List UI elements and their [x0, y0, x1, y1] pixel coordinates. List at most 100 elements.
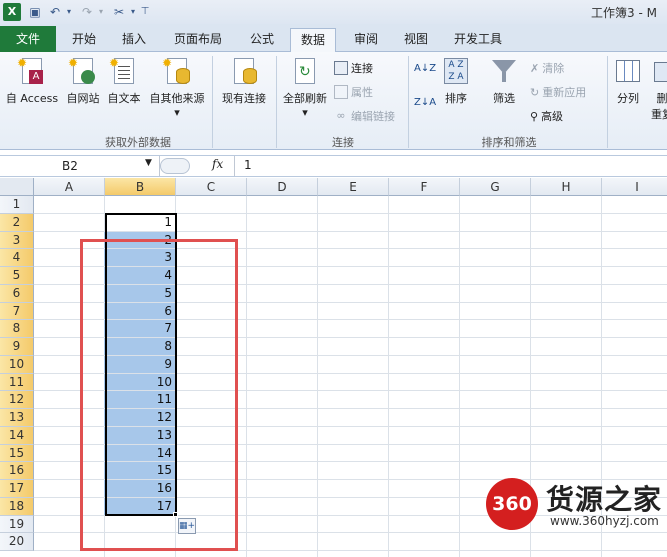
from-access-button[interactable]: ✹ A 自 Access [2, 56, 62, 106]
formula-divider [234, 156, 235, 176]
group-label-connections: 连接 [332, 136, 354, 149]
group-label-get-external: 获取外部数据 [105, 136, 171, 149]
insert-function-icon[interactable]: fx [212, 157, 223, 171]
sort-az-icon: A↓Z [414, 63, 437, 74]
text-file-icon: ✹ [109, 56, 139, 88]
remove-duplicates-button[interactable]: 删 重复 [650, 56, 667, 122]
row-header-18[interactable]: 18 [0, 497, 34, 516]
properties-icon [334, 85, 348, 99]
row-header-20[interactable]: 20 [0, 533, 34, 551]
row-header-8[interactable]: 8 [0, 320, 34, 338]
access-icon: ✹ A [17, 56, 47, 88]
filter-funnel-icon [489, 56, 519, 88]
column-header-d[interactable]: D [247, 178, 318, 196]
window-title: 工作簿3 - M [591, 6, 657, 20]
column-header-i[interactable]: I [602, 178, 667, 196]
row-header-2[interactable]: 2 [0, 213, 34, 232]
filter-button[interactable]: 筛选 [484, 56, 524, 106]
row-header-11[interactable]: 11 [0, 373, 34, 392]
advanced-filter-icon: ⚲ [530, 109, 539, 123]
grid-column-line [388, 196, 389, 557]
tab-data[interactable]: 数据 [290, 28, 336, 52]
formula-input[interactable]: 1 [244, 158, 252, 172]
row-header-3[interactable]: 3 [0, 231, 34, 250]
undo-dropdown-icon[interactable]: ▾ [60, 3, 78, 21]
connections-button[interactable]: 连接 [334, 60, 373, 76]
tab-developer[interactable]: 开发工具 [446, 28, 510, 52]
refresh-all-button[interactable]: ↻ 全部刷新 ▾ [280, 56, 330, 119]
sort-a-to-z-button[interactable]: A↓Z [414, 64, 436, 74]
refresh-icon: ↻ [290, 56, 320, 88]
group-separator [607, 56, 608, 148]
formula-bar: B2 ▼ fx 1 [0, 155, 667, 177]
group-label-sort-filter: 排序和筛选 [481, 136, 537, 149]
tab-formulas[interactable]: 公式 [240, 28, 284, 52]
from-text-button[interactable]: ✹ 自文本 [104, 56, 144, 106]
tab-file[interactable]: 文件 [0, 26, 56, 52]
customize-qat-icon[interactable]: ⊤ [136, 3, 154, 21]
grid-column-line [459, 196, 460, 557]
from-web-button[interactable]: ✹ 自网站 [64, 56, 102, 106]
row-header-14[interactable]: 14 [0, 426, 34, 445]
column-header-f[interactable]: F [389, 178, 460, 196]
column-header-c[interactable]: C [176, 178, 247, 196]
properties-button[interactable]: 属性 [334, 84, 373, 100]
watermark-url: www.360hyzj.com [550, 514, 659, 528]
from-other-sources-button[interactable]: ✹ 自其他来源 ▾ [146, 56, 208, 119]
edit-links-button[interactable]: ∞ 编辑链接 [334, 108, 395, 124]
reapply-button[interactable]: ↻ 重新应用 [530, 84, 586, 100]
row-header-9[interactable]: 9 [0, 338, 34, 356]
grid-column-line [246, 196, 247, 557]
row-header-13[interactable]: 13 [0, 409, 34, 427]
row-header-6[interactable]: 6 [0, 284, 34, 303]
advanced-filter-button[interactable]: ⚲ 高级 [530, 108, 563, 124]
column-header-a[interactable]: A [34, 178, 105, 196]
existing-connections-icon [229, 56, 259, 88]
column-header-b[interactable]: B [105, 178, 176, 196]
tab-insert[interactable]: 插入 [112, 28, 156, 52]
ribbon-tab-bar: 开始 插入 页面布局 公式 数据 审阅 视图 开发工具 [0, 24, 667, 52]
edit-links-icon: ∞ [336, 109, 346, 122]
excel-app-icon[interactable]: X [3, 3, 21, 21]
name-box[interactable]: B2 [0, 156, 160, 176]
name-box-dropdown-icon[interactable]: ▼ [145, 158, 152, 168]
row-header-17[interactable]: 17 [0, 480, 34, 498]
column-header-g[interactable]: G [460, 178, 531, 196]
group-separator [276, 56, 277, 148]
column-header-h[interactable]: H [531, 178, 602, 196]
sort-dialog-icon: A ZZ A [441, 56, 471, 88]
row-header-15[interactable]: 15 [0, 444, 34, 463]
group-separator [408, 56, 409, 148]
remove-duplicates-icon [652, 56, 667, 88]
sort-za-icon: Z↓A [414, 97, 437, 108]
formula-bar-divider-handle[interactable] [160, 158, 190, 174]
row-header-10[interactable]: 10 [0, 355, 34, 374]
existing-connections-button[interactable]: 现有连接 [218, 56, 270, 106]
select-all-corner[interactable] [0, 178, 34, 196]
other-sources-icon: ✹ [162, 56, 192, 88]
tab-page-layout[interactable]: 页面布局 [166, 28, 230, 52]
tab-review[interactable]: 审阅 [344, 28, 388, 52]
row-header-19[interactable]: 19 [0, 515, 34, 534]
clear-filter-icon: ✗ [530, 61, 540, 75]
clear-filter-button[interactable]: ✗ 清除 [530, 60, 564, 76]
watermark-name: 货源之家 [546, 483, 663, 516]
text-to-columns-button[interactable]: 分列 [610, 56, 646, 106]
row-header-5[interactable]: 5 [0, 267, 34, 285]
connections-icon [334, 61, 348, 75]
column-header-e[interactable]: E [318, 178, 389, 196]
tab-view[interactable]: 视图 [394, 28, 438, 52]
save-icon[interactable]: ▣ [26, 3, 44, 21]
sort-button[interactable]: A ZZ A 排序 [438, 56, 474, 106]
dropdown-arrow-icon: ▾ [174, 106, 180, 119]
redo-dropdown-icon[interactable]: ▾ [92, 3, 110, 21]
row-header-12[interactable]: 12 [0, 391, 34, 409]
row-header-7[interactable]: 7 [0, 302, 34, 321]
tab-home[interactable]: 开始 [62, 28, 106, 52]
sort-z-to-a-button[interactable]: Z↓A [414, 98, 436, 108]
row-header-1[interactable]: 1 [0, 196, 34, 214]
row-header-4[interactable]: 4 [0, 249, 34, 267]
highlight-annotation-box [80, 239, 238, 551]
reapply-icon: ↻ [530, 85, 540, 99]
row-header-16[interactable]: 16 [0, 462, 34, 480]
